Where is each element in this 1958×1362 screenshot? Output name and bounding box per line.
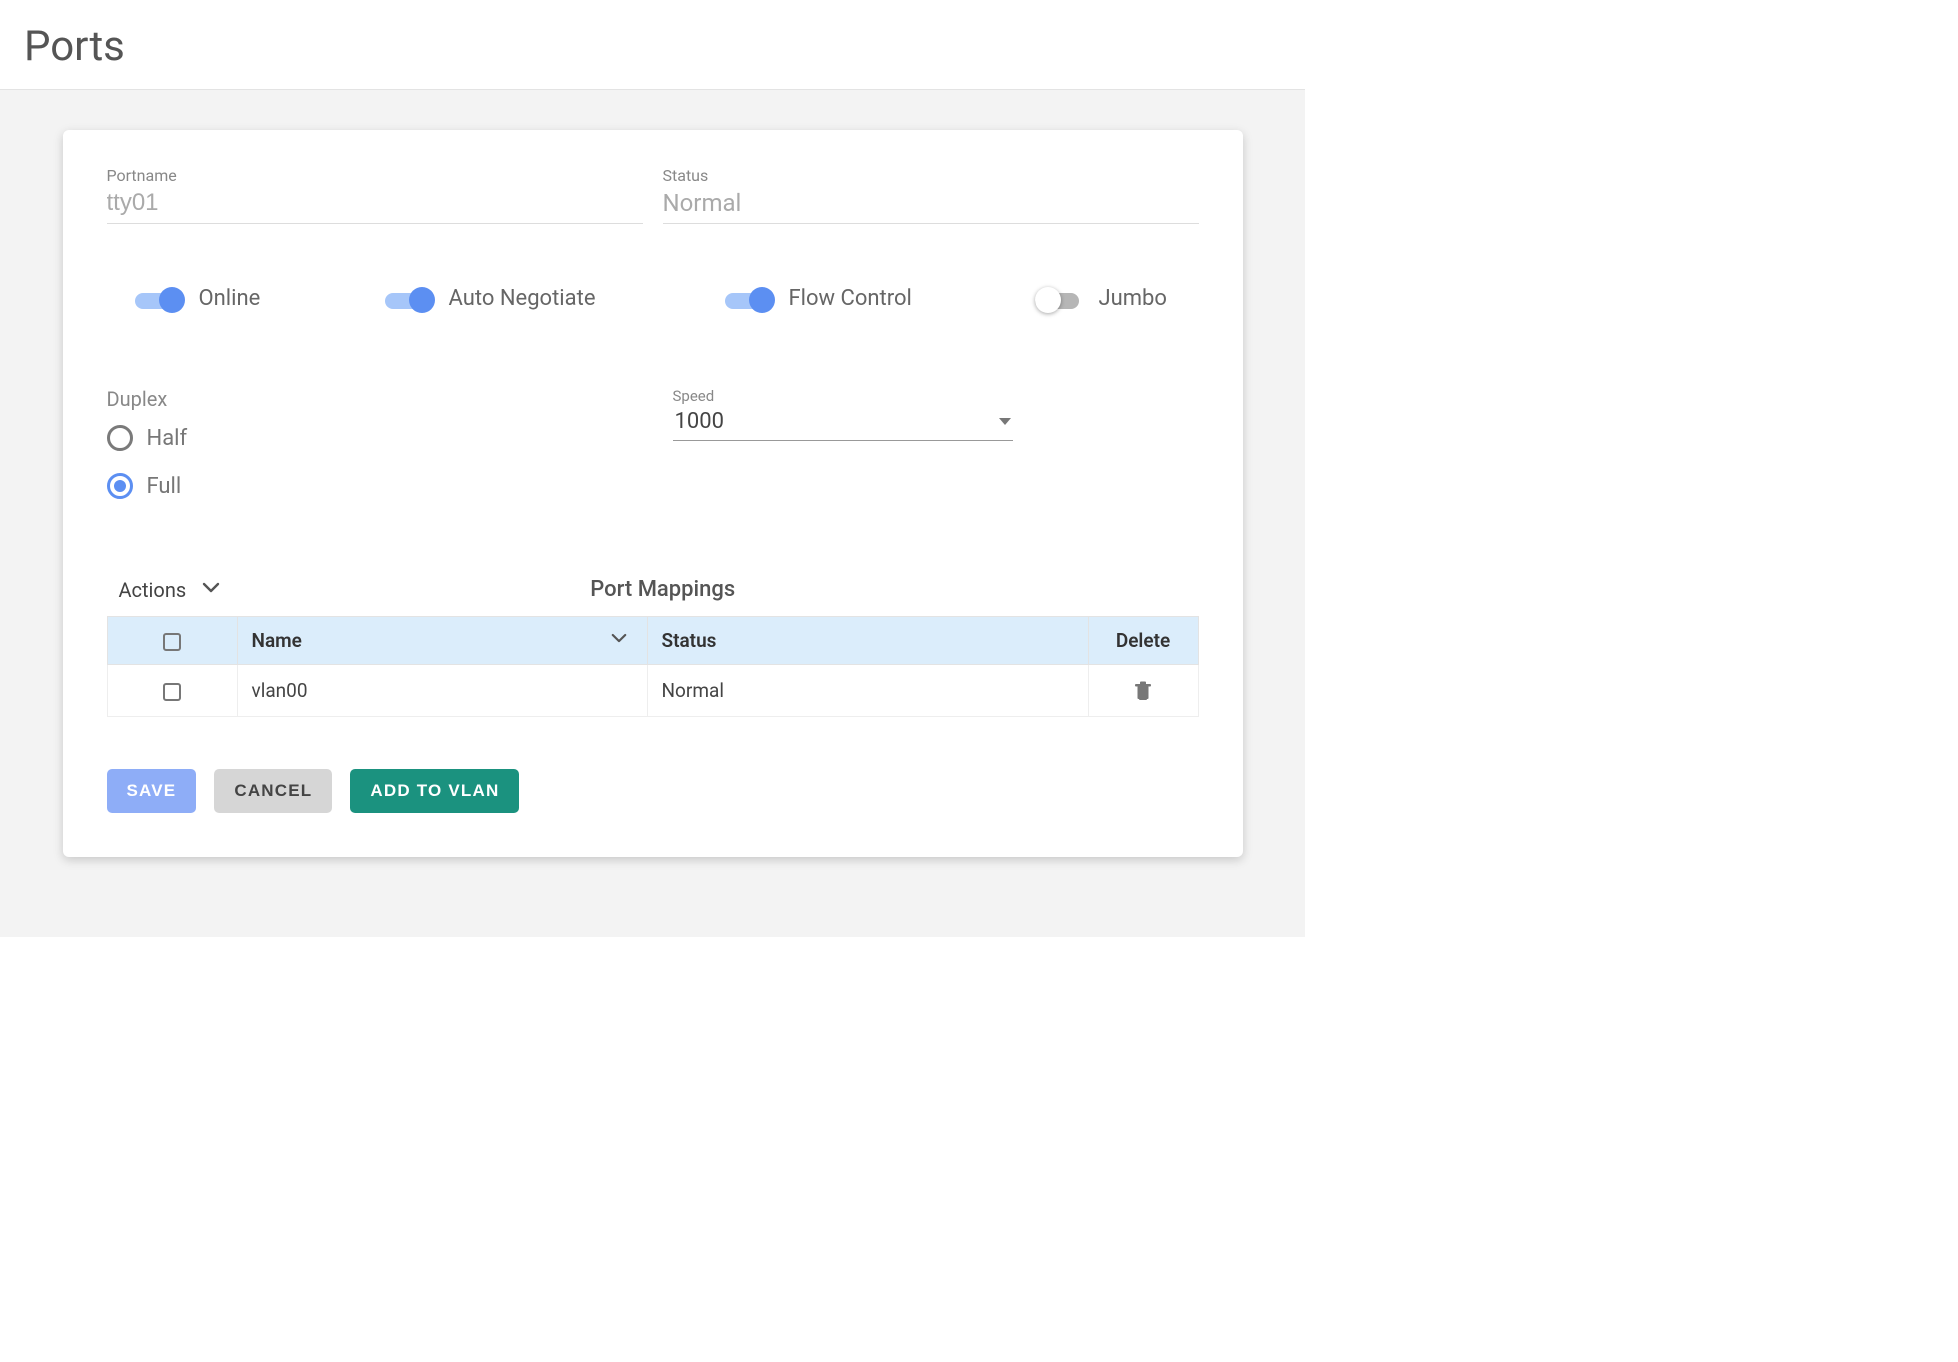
add-to-vlan-button[interactable]: ADD TO VLAN bbox=[350, 769, 519, 813]
speed-select[interactable]: 1000 bbox=[673, 405, 1013, 441]
port-settings-card: Portname Status Normal Online bbox=[63, 130, 1243, 857]
table-header-name[interactable]: Name bbox=[237, 617, 647, 665]
body-area: Portname Status Normal Online bbox=[0, 90, 1305, 937]
table-header-checkbox bbox=[107, 617, 237, 665]
select-all-checkbox[interactable] bbox=[163, 633, 181, 651]
chevron-down-icon bbox=[202, 582, 220, 594]
auto-negotiate-toggle[interactable] bbox=[385, 289, 435, 309]
chevron-down-icon bbox=[611, 633, 627, 644]
radio-icon bbox=[107, 473, 133, 499]
speed-value: 1000 bbox=[675, 409, 724, 434]
jumbo-toggle-label: Jumbo bbox=[1099, 286, 1167, 311]
auto-negotiate-toggle-label: Auto Negotiate bbox=[449, 286, 596, 311]
online-toggle-label: Online bbox=[199, 286, 261, 311]
radio-icon bbox=[107, 425, 133, 451]
actions-menu-label: Actions bbox=[119, 578, 187, 602]
portname-label: Portname bbox=[107, 166, 643, 185]
flow-control-toggle-label: Flow Control bbox=[789, 286, 912, 311]
page-title: Ports bbox=[24, 22, 1305, 71]
table-row: vlan00 Normal bbox=[107, 665, 1198, 717]
row-name: vlan00 bbox=[237, 665, 647, 717]
duplex-half-option[interactable]: Half bbox=[107, 425, 633, 451]
duplex-half-label: Half bbox=[147, 426, 188, 451]
duplex-full-label: Full bbox=[147, 474, 182, 499]
actions-menu[interactable]: Actions bbox=[107, 578, 221, 602]
cancel-button[interactable]: CANCEL bbox=[214, 769, 332, 813]
speed-label: Speed bbox=[673, 387, 1199, 405]
table-header-status: Status bbox=[647, 617, 1088, 665]
row-status: Normal bbox=[647, 665, 1088, 717]
online-toggle[interactable] bbox=[135, 289, 185, 309]
save-button[interactable]: SAVE bbox=[107, 769, 197, 813]
duplex-label: Duplex bbox=[107, 387, 633, 411]
status-value: Normal bbox=[663, 187, 1199, 224]
jumbo-toggle[interactable] bbox=[1035, 289, 1085, 309]
duplex-full-option[interactable]: Full bbox=[107, 473, 633, 499]
portname-input[interactable] bbox=[107, 187, 643, 224]
flow-control-toggle[interactable] bbox=[725, 289, 775, 309]
caret-down-icon bbox=[999, 418, 1011, 425]
table-header-delete: Delete bbox=[1088, 617, 1198, 665]
row-checkbox[interactable] bbox=[163, 683, 181, 701]
trash-icon[interactable] bbox=[1103, 681, 1184, 701]
port-mappings-title: Port Mappings bbox=[590, 577, 735, 602]
table-header-name-label: Name bbox=[252, 629, 302, 652]
status-label: Status bbox=[663, 166, 1199, 185]
port-mappings-table: Name Status Delete bbox=[107, 616, 1199, 717]
